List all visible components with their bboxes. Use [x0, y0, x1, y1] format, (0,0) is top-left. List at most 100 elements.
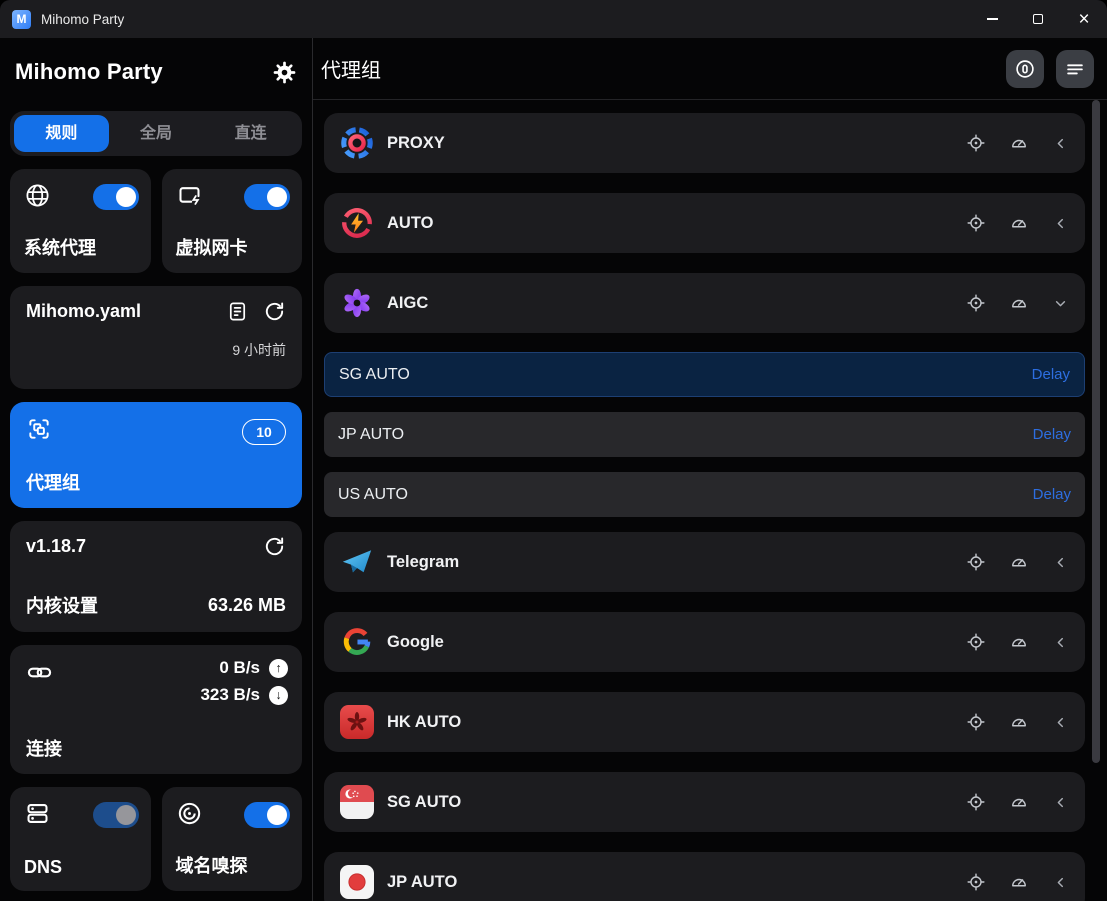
delay-test-button[interactable]: Delay	[1033, 426, 1071, 443]
connections-label: 连接	[26, 735, 62, 761]
chevron-left-icon[interactable]	[1052, 714, 1069, 731]
delay-test-group-icon[interactable]	[1009, 712, 1029, 732]
google-logo	[340, 625, 374, 659]
locate-current-node-icon[interactable]	[966, 293, 986, 313]
group-actions	[966, 632, 1069, 652]
delay-test-group-icon[interactable]	[1009, 552, 1029, 572]
main-panel: 代理组	[313, 38, 1107, 901]
proxy-group-name: Google	[387, 633, 966, 652]
app-logo-icon: M	[12, 10, 31, 29]
server-icon	[24, 814, 51, 831]
traffic-display-toggle-button[interactable]	[1006, 50, 1044, 88]
proxy-group-row[interactable]: HK AUTO	[324, 692, 1085, 752]
toggle-switch[interactable]	[93, 184, 139, 210]
delay-test-group-icon[interactable]	[1009, 213, 1029, 233]
locate-current-node-icon[interactable]	[966, 632, 986, 652]
proxy-group-row[interactable]: AUTO	[324, 193, 1085, 253]
group-actions	[966, 213, 1069, 233]
delay-test-button[interactable]: Delay	[1033, 486, 1071, 503]
locate-current-node-icon[interactable]	[966, 712, 986, 732]
chevron-left-icon[interactable]	[1052, 215, 1069, 232]
sidebar-item-core-settings[interactable]: v1.18.7 内核设置 63.26 MB	[10, 521, 302, 632]
toggle-switch[interactable]	[244, 184, 290, 210]
profile-name: Mihomo.yaml	[26, 301, 212, 322]
group-collapse-all-button[interactable]	[1056, 50, 1094, 88]
profile-edit-icon[interactable]	[226, 300, 249, 323]
chevron-left-icon[interactable]	[1052, 135, 1069, 152]
proxy-group-row[interactable]: Telegram	[324, 532, 1085, 592]
top-toggle-cards: 系统代理虚拟网卡	[10, 169, 302, 273]
locate-current-node-icon[interactable]	[966, 213, 986, 233]
proxy-node-row[interactable]: SG AUTODelay	[324, 352, 1085, 397]
mode-tab-global[interactable]: 全局	[109, 115, 204, 152]
chevron-left-icon[interactable]	[1052, 794, 1069, 811]
toggle-knob	[267, 187, 287, 207]
maximize-icon	[1033, 14, 1043, 24]
delay-test-group-icon[interactable]	[1009, 293, 1029, 313]
delay-test-group-icon[interactable]	[1009, 792, 1029, 812]
download-arrow-icon: ↓	[269, 686, 288, 705]
maximize-button[interactable]	[1015, 0, 1061, 38]
proxy-groups-icon	[26, 416, 52, 447]
upload-arrow-icon: ↑	[269, 659, 288, 678]
locate-current-node-icon[interactable]	[966, 552, 986, 572]
toggle-card-DNS[interactable]: DNS	[10, 787, 151, 891]
proxy-node-row[interactable]: JP AUTODelay	[324, 412, 1085, 457]
sniff-icon	[176, 814, 203, 831]
locate-current-node-icon[interactable]	[966, 133, 986, 153]
close-button[interactable]: ×	[1061, 0, 1107, 38]
scrollbar[interactable]	[1092, 100, 1100, 763]
delay-test-group-icon[interactable]	[1009, 632, 1029, 652]
sidebar-item-profile[interactable]: Mihomo.yaml 9 小时前	[10, 286, 302, 389]
sidebar-item-connections[interactable]: 0 B/s ↑ 323 B/s ↓ 连接	[10, 645, 302, 774]
group-actions	[966, 712, 1069, 732]
settings-gear-icon[interactable]	[272, 60, 297, 85]
profile-updated-time: 9 小时前	[26, 340, 286, 360]
mode-tab-direct[interactable]: 直连	[203, 115, 298, 152]
openai-logo	[340, 286, 374, 320]
proxy-node-name: US AUTO	[338, 486, 1033, 504]
core-restart-icon[interactable]	[263, 535, 286, 558]
mode-tab-rule[interactable]: 规则	[14, 115, 109, 152]
toggle-switch[interactable]	[93, 802, 139, 828]
toggle-card-域名嗅探[interactable]: 域名嗅探	[162, 787, 303, 891]
proxy-groups-count-badge: 10	[242, 419, 286, 445]
chevron-left-icon[interactable]	[1052, 874, 1069, 891]
delay-test-button[interactable]: Delay	[1032, 366, 1070, 383]
app-window: M Mihomo Party × Mihomo Party	[0, 0, 1107, 901]
upload-rate: 0 B/s	[219, 658, 260, 678]
globe-icon	[24, 196, 51, 213]
proxy-groups-label: 代理组	[26, 469, 80, 495]
proxy-group-row[interactable]: AIGC	[324, 273, 1085, 333]
toggle-switch[interactable]	[244, 802, 290, 828]
chevron-left-icon[interactable]	[1052, 554, 1069, 571]
proxy-group-name: AIGC	[387, 294, 966, 313]
delay-test-group-icon[interactable]	[1009, 133, 1029, 153]
proxy-group-row[interactable]: JP AUTO	[324, 852, 1085, 901]
chevron-left-icon[interactable]	[1052, 634, 1069, 651]
proxy-group-name: JP AUTO	[387, 873, 966, 892]
core-settings-label: 内核设置	[26, 592, 208, 618]
proxy-group-row[interactable]: PROXY	[324, 113, 1085, 173]
proxy-group-list: PROXYAUTOAIGCSG AUTODelayJP AUTODelayUS …	[313, 100, 1107, 901]
toggle-card-系统代理[interactable]: 系统代理	[10, 169, 151, 273]
proxy-group-row[interactable]: Google	[324, 612, 1085, 672]
toggle-card-虚拟网卡[interactable]: 虚拟网卡	[162, 169, 303, 273]
core-memory-usage: 63.26 MB	[208, 595, 286, 616]
sidebar: Mihomo Party 规则全局直连 系统	[0, 38, 313, 901]
toggle-card-label: 虚拟网卡	[176, 234, 248, 260]
profile-refresh-icon[interactable]	[263, 300, 286, 323]
sidebar-item-proxy-groups[interactable]: 10 代理组	[10, 402, 302, 508]
delay-test-group-icon[interactable]	[1009, 872, 1029, 892]
group-actions	[966, 872, 1069, 892]
chevron-down-icon[interactable]	[1052, 295, 1069, 312]
proxy-group-name: AUTO	[387, 214, 966, 233]
group-actions	[966, 133, 1069, 153]
minimize-button[interactable]	[969, 0, 1015, 38]
locate-current-node-icon[interactable]	[966, 792, 986, 812]
locate-current-node-icon[interactable]	[966, 872, 986, 892]
minimize-icon	[987, 18, 998, 20]
proxy-group-row[interactable]: SG AUTO	[324, 772, 1085, 832]
proxy-node-row[interactable]: US AUTODelay	[324, 472, 1085, 517]
header-buttons	[1006, 50, 1094, 88]
